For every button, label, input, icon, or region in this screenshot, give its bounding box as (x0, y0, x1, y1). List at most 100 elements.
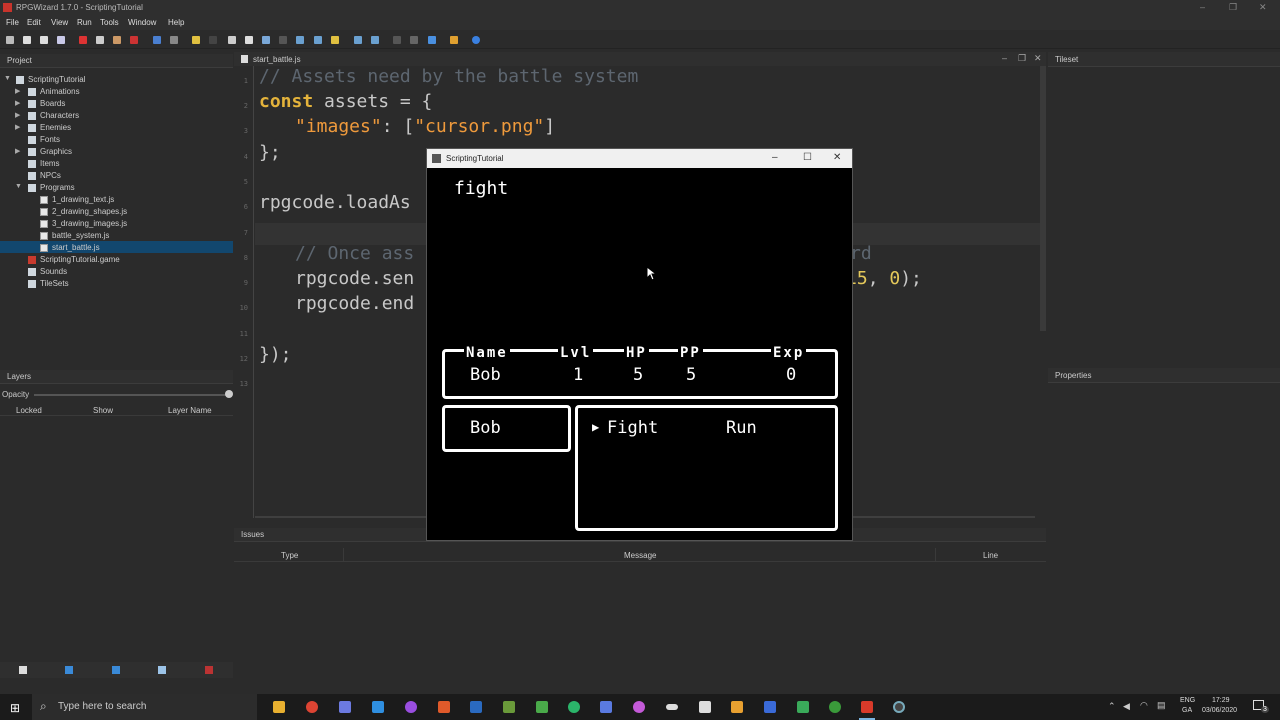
chevron-right-icon[interactable]: ▶ (15, 87, 23, 95)
duplicate-icon[interactable] (158, 666, 166, 674)
menu-help[interactable]: Help (168, 18, 184, 27)
editor-restore-icon[interactable]: ❐ (1018, 53, 1026, 64)
chevron-down-icon[interactable]: ▼ (4, 75, 12, 82)
notepad-icon[interactable] (536, 701, 548, 713)
app-icon-green[interactable] (568, 701, 580, 713)
discord-icon[interactable] (339, 701, 351, 713)
editor-vertical-scrollbar[interactable] (1040, 66, 1046, 331)
wifi-icon[interactable]: ◠ (1140, 700, 1148, 711)
copy-icon[interactable] (96, 36, 104, 44)
fill-icon[interactable] (228, 36, 236, 44)
col-message[interactable]: Message (624, 551, 656, 560)
move-down-icon[interactable] (112, 666, 120, 674)
opacity-slider-track[interactable] (34, 394, 230, 396)
tree-item-programs[interactable]: ▼ Programs (0, 182, 233, 194)
chevron-up-icon[interactable]: ⌃ (1108, 701, 1116, 712)
git-icon[interactable] (438, 701, 450, 713)
game-window[interactable]: ScriptingTutorial – ☐ ✕ fight Name Lvl H… (426, 148, 853, 541)
file-explorer-icon[interactable] (273, 701, 285, 713)
app-icon-gallery[interactable] (600, 701, 612, 713)
menu-run[interactable]: Run (77, 18, 92, 27)
menu-option-fight[interactable]: Fight (607, 418, 658, 438)
tree-root[interactable]: ▼ ScriptingTutorial (0, 74, 233, 86)
tree-item-program[interactable]: 2_drawing_shapes.js (0, 206, 233, 218)
game-minimize-icon[interactable]: – (772, 152, 778, 163)
menu-view[interactable]: View (51, 18, 68, 27)
cut-icon[interactable] (79, 36, 87, 44)
tree-item-fonts[interactable]: Fonts (0, 134, 233, 146)
help-icon[interactable] (472, 36, 480, 44)
clock-time[interactable]: 17:29 (1212, 697, 1230, 704)
xbox-icon[interactable] (829, 701, 841, 713)
close-icon[interactable]: ✕ (1259, 2, 1267, 13)
image-icon[interactable] (314, 36, 322, 44)
open-icon[interactable] (23, 36, 31, 44)
new-file-icon[interactable] (19, 666, 27, 674)
clock-date[interactable]: 03/06/2020 (1202, 707, 1237, 714)
undo-icon[interactable] (153, 36, 161, 44)
app-icon-blue[interactable] (372, 701, 384, 713)
windows-start-icon[interactable]: ⊞ (10, 701, 20, 715)
grid-icon[interactable] (279, 36, 287, 44)
tree-item-items[interactable]: Items (0, 158, 233, 170)
editor-tab[interactable]: start_battle.js (253, 55, 301, 64)
language-top[interactable]: ENG (1180, 697, 1195, 704)
tree-item-program[interactable]: battle_system.js (0, 230, 233, 242)
config-icon[interactable] (450, 36, 458, 44)
menu-edit[interactable]: Edit (27, 18, 41, 27)
game-window-titlebar[interactable]: ScriptingTutorial – ☐ ✕ (427, 149, 852, 168)
tree-item-npcs[interactable]: NPCs (0, 170, 233, 182)
chevron-down-icon[interactable]: ▼ (15, 183, 23, 190)
delete-icon[interactable] (130, 36, 138, 44)
tree-item-animations[interactable]: ▶ Animations (0, 86, 233, 98)
tree-item-program[interactable]: 1_drawing_text.js (0, 194, 233, 206)
volume-icon[interactable]: ◀ (1123, 701, 1130, 712)
app-icon-purple[interactable] (405, 701, 417, 713)
paste-icon[interactable] (113, 36, 121, 44)
col-line[interactable]: Line (983, 551, 998, 560)
chevron-right-icon[interactable]: ▶ (15, 123, 23, 131)
select-icon[interactable] (209, 36, 217, 44)
app-icon-shield[interactable] (764, 701, 776, 713)
save-icon[interactable] (40, 36, 48, 44)
tree-item-boards[interactable]: ▶ Boards (0, 98, 233, 110)
pencil-icon[interactable] (192, 36, 200, 44)
rect-select-icon[interactable] (262, 36, 270, 44)
chevron-right-icon[interactable]: ▶ (15, 99, 23, 107)
vector-icon[interactable] (296, 36, 304, 44)
run-icon[interactable] (393, 36, 401, 44)
menu-file[interactable]: File (6, 18, 19, 27)
menu-tools[interactable]: Tools (100, 18, 119, 27)
chevron-right-icon[interactable]: ▶ (15, 147, 23, 155)
minecraft-icon[interactable] (503, 701, 515, 713)
tree-item-sounds[interactable]: Sounds (0, 266, 233, 278)
zoom-out-icon[interactable] (371, 36, 379, 44)
network-icon[interactable]: ▤ (1157, 700, 1166, 711)
tree-item-enemies[interactable]: ▶ Enemies (0, 122, 233, 134)
game-close-icon[interactable]: ✕ (833, 152, 841, 163)
game-maximize-icon[interactable]: ☐ (803, 152, 812, 163)
stop-icon[interactable] (428, 36, 436, 44)
chrome-icon[interactable] (306, 701, 318, 713)
eraser-icon[interactable] (245, 36, 253, 44)
debug-icon[interactable] (410, 36, 418, 44)
new-icon[interactable] (6, 36, 14, 44)
steam-icon[interactable] (470, 701, 482, 713)
menu-option-run[interactable]: Run (726, 418, 757, 438)
minimize-icon[interactable]: – (1200, 2, 1205, 12)
tree-item-tilesets[interactable]: TileSets (0, 278, 233, 290)
app-icon-pink[interactable] (633, 701, 645, 713)
tree-item-graphics[interactable]: ▶ Graphics (0, 146, 233, 158)
editor-minimize-icon[interactable]: – (1002, 53, 1007, 63)
tree-item-characters[interactable]: ▶ Characters (0, 110, 233, 122)
tree-item-program[interactable]: 3_drawing_images.js (0, 218, 233, 230)
tree-item-program-selected[interactable]: start_battle.js (0, 242, 233, 254)
save-all-icon[interactable] (57, 36, 65, 44)
app-icon-pill[interactable] (666, 704, 678, 710)
opacity-slider-handle[interactable] (225, 390, 233, 398)
chevron-right-icon[interactable]: ▶ (15, 111, 23, 119)
taskbar-search[interactable]: ⌕ Type here to search (32, 694, 257, 720)
rpgwizard-taskbar-icon[interactable] (861, 701, 873, 713)
editor-close-icon[interactable]: ✕ (1034, 53, 1042, 64)
light-icon[interactable] (331, 36, 339, 44)
